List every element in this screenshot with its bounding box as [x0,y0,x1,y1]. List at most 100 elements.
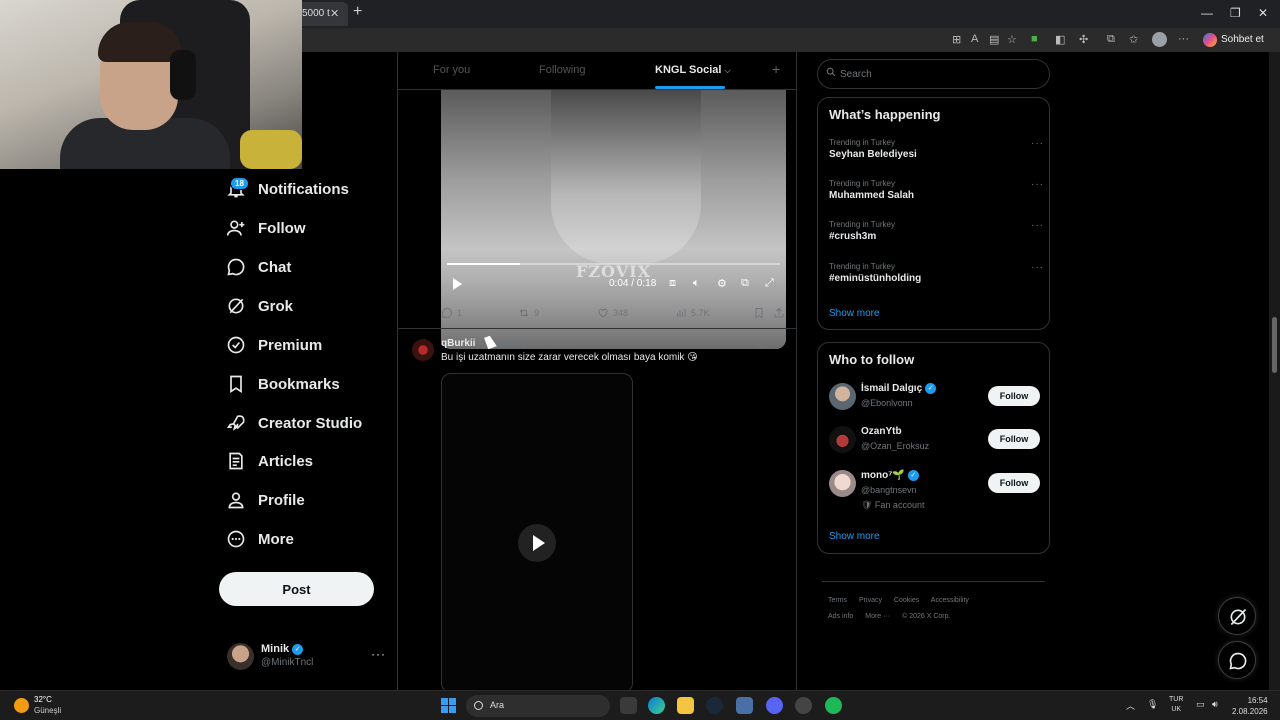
file-explorer-icon[interactable] [677,697,694,714]
tweet-author-name[interactable]: qBurkii [441,338,475,349]
reader-icon[interactable]: ▤ [989,33,999,46]
trend-more-icon[interactable]: ··· [1031,262,1044,273]
account-avatar[interactable] [227,643,254,670]
trend-item[interactable]: Trending in Turkey Muhammed Salah ··· [829,179,1044,201]
follow-button[interactable]: Follow [988,429,1040,449]
trend-more-icon[interactable]: ··· [1031,138,1044,149]
favorites-icon[interactable]: ✩ [1129,33,1138,46]
nav-articles[interactable]: Articles [226,449,313,473]
footer-link-privacy[interactable]: Privacy [859,597,882,604]
nav-chat[interactable]: Chat [226,255,291,279]
nav-premium[interactable]: Premium [226,333,322,357]
tweet-timestamp[interactable]: · 18h [546,338,569,349]
system-clock[interactable]: 16:54 2.08.2026 [1232,695,1268,717]
network-icon[interactable]: ▭ [1196,699,1205,710]
weather-temperature[interactable]: 32°C [34,695,52,704]
app-icon[interactable] [736,697,753,714]
footer-link-more[interactable]: More ··· [865,613,890,620]
tweet-author-avatar[interactable] [412,339,434,361]
weather-sun-icon[interactable] [14,698,29,713]
post-button[interactable]: Post [219,572,374,606]
steam-icon[interactable] [706,697,723,714]
trend-more-icon[interactable]: ··· [1031,220,1044,231]
user-name[interactable]: İsmail Dalgıç ✓ [861,383,937,394]
user-avatar[interactable] [829,470,856,497]
translate-icon[interactable]: A [971,33,978,45]
play-button-icon[interactable] [518,524,556,562]
gear-icon[interactable]: ⚙ [717,277,727,290]
page-scrollbar[interactable] [1269,52,1280,690]
account-name[interactable]: Minik ✓ [261,643,304,655]
share-button[interactable] [773,307,789,319]
maximize-icon[interactable]: ❐ [1230,6,1241,20]
tab-close-icon[interactable]: ✕ [330,7,339,20]
video-play-icon[interactable] [453,278,462,290]
bookmark-button[interactable] [753,307,769,319]
extensions-puzzle-icon[interactable]: ✣ [1079,33,1088,46]
language-indicator[interactable]: TUR UK [1169,695,1183,715]
copilot-chat-button[interactable]: Sohbet et [1201,31,1270,49]
footer-link-terms[interactable]: Terms [828,597,847,604]
grok-float-button[interactable] [1218,597,1256,635]
fullscreen-icon[interactable]: ⤢ [765,277,774,290]
reply-button[interactable]: 1 [441,307,462,319]
user-name[interactable]: mono⁷🌱 ✓ [861,470,919,481]
tray-expand-icon[interactable]: ︿ [1126,699,1135,712]
trend-item[interactable]: Trending in Turkey #crush3m ··· [829,220,1044,242]
nav-bookmarks[interactable]: Bookmarks [226,372,340,396]
weather-condition[interactable]: Güneşli [34,706,61,715]
split-screen-icon[interactable]: ⧉ [1107,33,1115,46]
app-icon[interactable] [795,697,812,714]
profile-avatar[interactable] [1152,32,1167,47]
user-name[interactable]: OzanYtb [861,426,902,437]
footer-link-ads-info[interactable]: Ads info [828,613,853,620]
close-window-icon[interactable]: ✕ [1258,6,1268,20]
scrollbar-thumb[interactable] [1272,317,1277,373]
follow-button[interactable]: Follow [988,473,1040,493]
search-input[interactable] [817,59,1050,89]
apps-icon[interactable]: ⊞ [952,33,961,46]
new-tab-icon[interactable]: + [353,3,362,21]
extension-icon[interactable]: ◧ [1055,33,1065,46]
discord-icon[interactable] [766,697,783,714]
trend-more-icon[interactable]: ··· [1031,179,1044,190]
more-icon[interactable]: ··· [770,338,784,350]
browser-tab[interactable]: 5000 t [296,2,348,26]
like-button[interactable]: 348 [597,307,628,319]
nav-creator-studio[interactable]: Creator Studio [226,411,362,435]
timeline-feed[interactable]: For you Following KNGL Social ⌵ + FZOVIX… [397,52,797,690]
extension-icon[interactable]: ■ [1031,33,1038,45]
task-view-icon[interactable] [620,697,637,714]
user-avatar[interactable] [829,383,856,410]
views-button[interactable]: 5.7K [675,307,710,319]
favorite-star-icon[interactable]: ☆ [1007,33,1017,46]
footer-link-cookies[interactable]: Cookies [894,597,919,604]
windows-start-icon[interactable] [441,698,456,713]
tab-kngl-social[interactable]: KNGL Social ⌵ [655,64,731,76]
add-tab-icon[interactable]: + [772,61,780,77]
user-avatar[interactable] [829,426,856,453]
trend-item[interactable]: Trending in Turkey #eminüstünholding ··· [829,262,1044,284]
nav-more[interactable]: More [226,527,294,551]
tab-for-you[interactable]: For you [433,64,470,76]
follow-button[interactable]: Follow [988,386,1040,406]
microphone-icon[interactable]: 🎙︎ [1147,699,1158,710]
volume-icon[interactable]: 🔈︎ [693,277,700,290]
edge-browser-icon[interactable] [648,697,665,714]
settings-more-icon[interactable]: ··· [1178,33,1189,45]
trending-show-more-link[interactable]: Show more [829,308,880,319]
nav-profile[interactable]: Profile [226,488,305,512]
tweet-video-player[interactable] [441,373,633,690]
grok-icon[interactable]: ⊘ [756,338,766,350]
footer-link-accessibility[interactable]: Accessibility [931,597,969,604]
picture-in-picture-icon[interactable]: ⧉ [741,277,749,290]
nav-grok[interactable]: Grok [226,294,293,318]
volume-icon[interactable]: 🔊︎ [1212,699,1218,710]
trend-item[interactable]: Trending in Turkey Seyhan Belediyesi ··· [829,138,1044,160]
account-more-icon[interactable]: ··· [371,647,386,661]
captions-icon[interactable]: ⧈ [669,277,676,290]
minimize-icon[interactable]: — [1201,6,1213,20]
taskbar-search[interactable]: Ara [466,695,610,717]
nav-follow[interactable]: Follow [226,216,306,240]
messages-float-button[interactable] [1218,641,1256,679]
